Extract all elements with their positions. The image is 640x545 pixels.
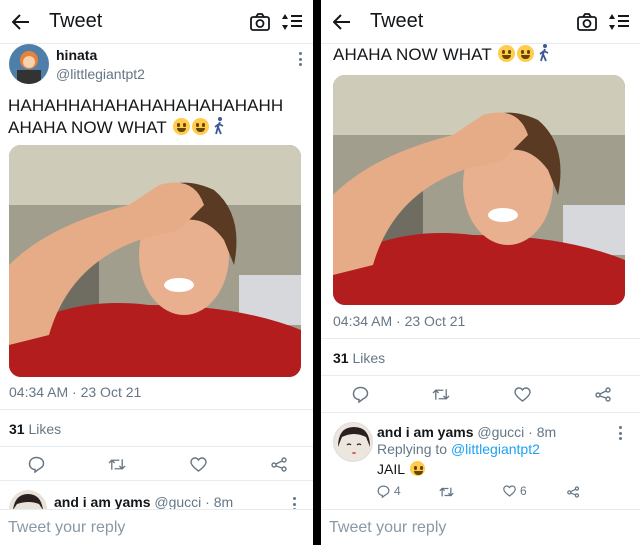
- likes-label: Likes: [352, 350, 386, 366]
- reply-text: JAIL: [377, 461, 426, 477]
- likes-label: Likes: [28, 421, 62, 437]
- divider: [321, 338, 640, 339]
- reply-like-count: 6: [520, 484, 527, 498]
- reply-input[interactable]: Tweet your reply: [0, 509, 313, 545]
- author-handle[interactable]: @littlegiantpt2: [56, 66, 145, 82]
- reply-text-content: JAIL: [377, 461, 405, 477]
- likes-count[interactable]: 31 Likes: [333, 350, 385, 366]
- sort-icon[interactable]: [608, 11, 630, 33]
- tweet-text: AHAHA NOW WHAT: [333, 44, 550, 66]
- likes-count[interactable]: 31 Likes: [9, 421, 61, 437]
- tweet-timestamp: 04:34 AM · 23 Oct 21: [333, 313, 466, 329]
- divider: [321, 375, 640, 376]
- tweet-actions: [351, 385, 613, 403]
- like-icon[interactable]: [514, 385, 532, 403]
- more-icon[interactable]: [297, 52, 303, 66]
- reply-peek-header: and i am yams @gucci · 8m: [54, 494, 233, 510]
- tweet-timestamp: 04:34 AM · 23 Oct 21: [9, 384, 142, 400]
- back-arrow-icon[interactable]: [330, 10, 354, 34]
- reply-reply-button[interactable]: 4: [377, 484, 401, 498]
- divider: [0, 446, 313, 447]
- walking-person-icon: [214, 117, 224, 135]
- replying-prefix: Replying to: [377, 441, 448, 457]
- laughing-emoji-icon: [517, 45, 535, 62]
- reply-like-button[interactable]: 6: [503, 484, 527, 498]
- author-name[interactable]: hinata: [56, 47, 97, 63]
- reply-icon[interactable]: [27, 455, 45, 473]
- divider: [0, 480, 313, 481]
- more-icon[interactable]: [617, 426, 623, 440]
- left-tweet-screen: Tweet hinata @littlegiantpt2 HAHAHHAHAHA…: [0, 0, 313, 545]
- laughing-emoji-icon: [192, 118, 210, 135]
- tweet-actions: [27, 455, 289, 473]
- tweet-photo[interactable]: [333, 75, 625, 305]
- tweet-text-line-2: AHAHA NOW WHAT: [8, 118, 167, 137]
- top-bar: Tweet: [321, 0, 640, 44]
- retweet-icon[interactable]: [439, 485, 454, 503]
- page-title: Tweet: [49, 10, 103, 32]
- reply-header: and i am yams @gucci · 8m: [377, 424, 556, 440]
- reply-peek-name[interactable]: and i am yams: [54, 494, 151, 510]
- reply-author-name[interactable]: and i am yams: [377, 424, 474, 440]
- page-title: Tweet: [370, 10, 424, 32]
- like-icon: [503, 485, 516, 497]
- crying-emoji-icon: [410, 461, 426, 476]
- top-bar: Tweet: [0, 0, 313, 44]
- retweet-icon[interactable]: [432, 385, 450, 403]
- replying-handle-link[interactable]: @littlegiantpt2: [451, 441, 540, 457]
- tweet-text-line-1: HAHAHHAHAHAHAHAHAHAHAHH: [8, 96, 284, 115]
- screenshot-divider: [313, 0, 321, 545]
- likes-number: 31: [9, 421, 25, 437]
- tweet-text-line-2: AHAHA NOW WHAT: [333, 45, 492, 64]
- replying-to: Replying to @littlegiantpt2: [377, 441, 540, 457]
- reply-peek-meta: @gucci · 8m: [154, 494, 234, 510]
- sort-icon[interactable]: [281, 11, 303, 33]
- share-icon[interactable]: [567, 485, 580, 503]
- share-icon[interactable]: [595, 385, 613, 403]
- divider: [321, 412, 640, 413]
- camera-icon[interactable]: [249, 11, 271, 33]
- avatar[interactable]: [9, 44, 49, 84]
- share-icon[interactable]: [271, 455, 289, 473]
- back-arrow-icon[interactable]: [9, 10, 33, 34]
- reply-icon[interactable]: [351, 385, 369, 403]
- reply-meta: @gucci · 8m: [477, 424, 557, 440]
- walking-person-icon: [539, 44, 549, 62]
- tweet-text: HAHAHHAHAHAHAHAHAHAHAHH AHAHA NOW WHAT: [8, 95, 283, 139]
- reply-icon: [377, 485, 390, 498]
- like-icon[interactable]: [190, 455, 208, 473]
- retweet-icon[interactable]: [108, 455, 126, 473]
- divider: [0, 409, 313, 410]
- reply-count: 4: [394, 484, 401, 498]
- laughing-emoji-icon: [173, 118, 191, 135]
- tweet-photo[interactable]: [9, 145, 301, 377]
- right-tweet-screen: Tweet AHAHA NOW WHAT 04:34 AM · 23 Oct 2…: [321, 0, 640, 545]
- reply-avatar[interactable]: [333, 422, 373, 462]
- camera-icon[interactable]: [576, 11, 598, 33]
- reply-input[interactable]: Tweet your reply: [321, 509, 640, 545]
- reply-actions: 4 6: [377, 484, 587, 500]
- laughing-emoji-icon: [498, 45, 516, 62]
- likes-number: 31: [333, 350, 349, 366]
